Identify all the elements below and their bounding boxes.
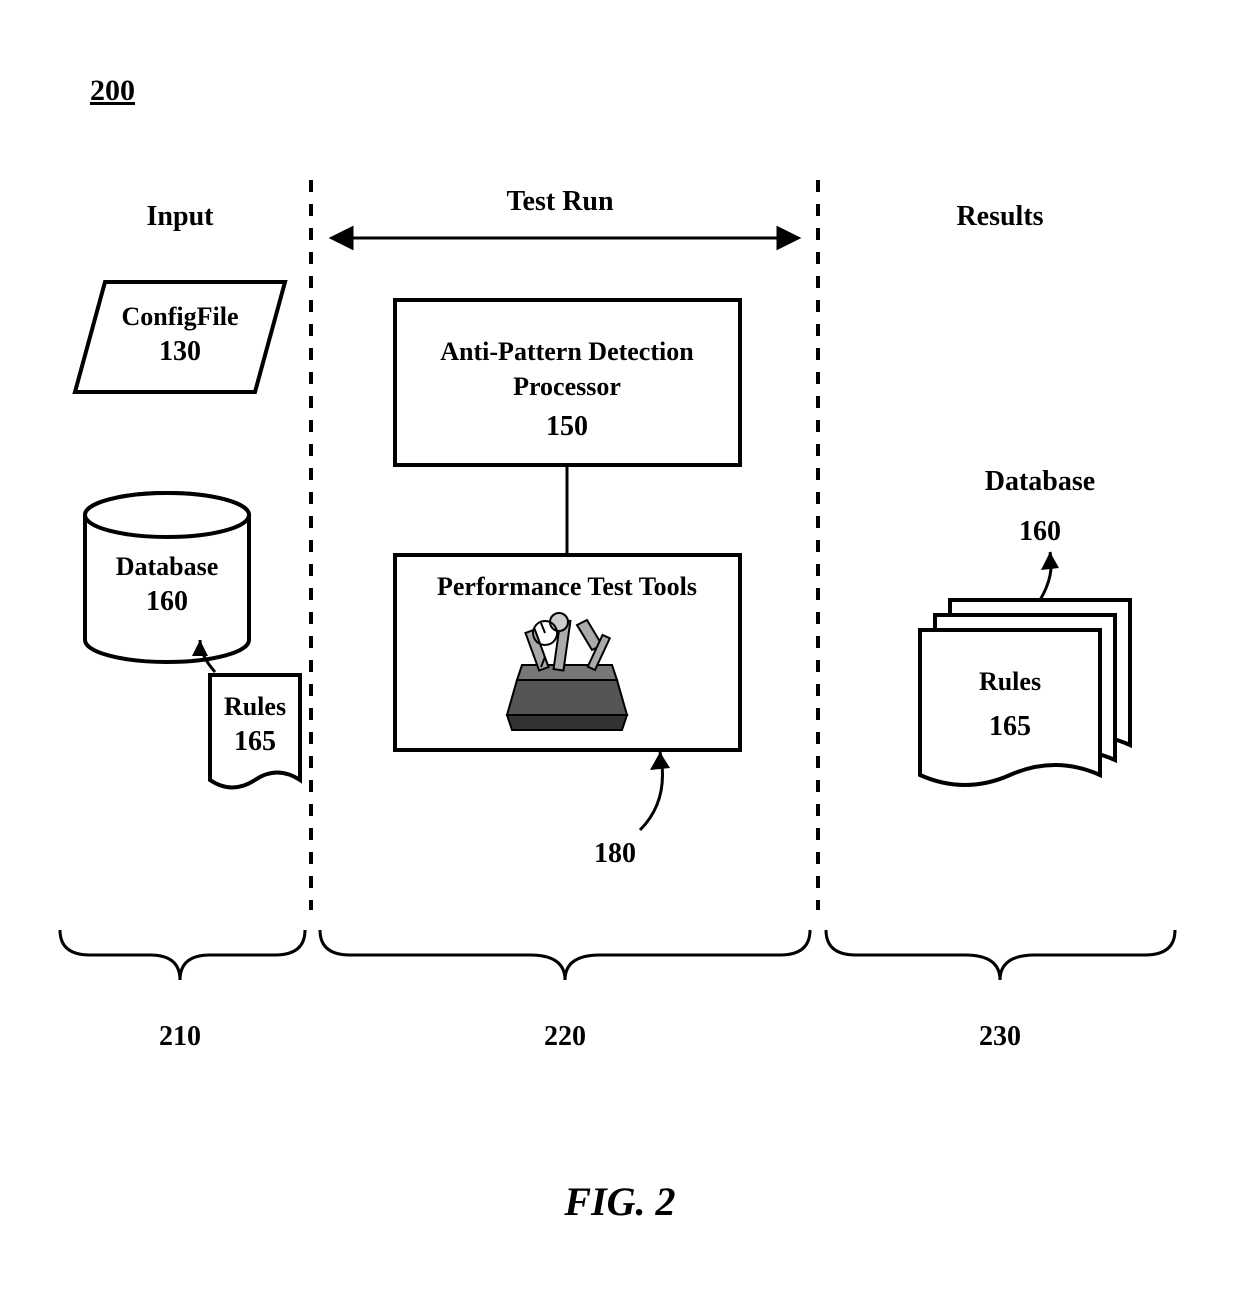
perf-tools-ref: 180 (594, 838, 636, 869)
section-title-testrun: Test Run (506, 186, 614, 217)
page-ref: 200 (90, 74, 135, 107)
brace-results-ref: 230 (979, 1021, 1021, 1052)
config-file-label: ConfigFile (122, 302, 239, 331)
rules-right-ref: 165 (989, 711, 1031, 742)
brace-results (826, 930, 1175, 980)
testrun-span-arrow (332, 228, 798, 248)
perf-tools-label: Performance Test Tools (437, 572, 697, 601)
rules-left-ref: 165 (234, 726, 276, 757)
diagram-canvas: 200 Input Test Run Results ConfigFile 13… (0, 0, 1240, 1299)
brace-testrun-ref: 220 (544, 1021, 586, 1052)
rules-right-stack: Rules 165 (920, 600, 1130, 785)
section-title-results: Results (956, 201, 1043, 232)
perf-tools-box: Performance Test Tools (395, 555, 740, 750)
anti-pattern-ref: 150 (546, 411, 588, 442)
brace-input-ref: 210 (159, 1021, 201, 1052)
config-file-shape: ConfigFile 130 (75, 282, 285, 392)
database-right-label: Database (985, 466, 1095, 497)
rules-right-callout (1040, 552, 1059, 600)
rules-left-label: Rules (224, 692, 286, 721)
anti-pattern-line2: Processor (513, 372, 621, 401)
anti-pattern-box: Anti-Pattern Detection Processor 150 (395, 300, 740, 465)
config-file-ref: 130 (159, 336, 201, 367)
figure-caption: FIG. 2 (563, 1179, 675, 1224)
database-left-shape: Database 160 (85, 493, 249, 662)
brace-input (60, 930, 305, 980)
rules-right-label: Rules (979, 667, 1041, 696)
database-left-label: Database (116, 552, 219, 581)
brace-testrun (320, 930, 810, 980)
section-title-input: Input (147, 201, 215, 232)
perf-tools-callout (640, 752, 670, 830)
database-left-ref: 160 (146, 586, 188, 617)
database-right-ref: 160 (1019, 516, 1061, 547)
anti-pattern-line1: Anti-Pattern Detection (440, 337, 694, 366)
rules-left-shape: Rules 165 (210, 675, 300, 788)
